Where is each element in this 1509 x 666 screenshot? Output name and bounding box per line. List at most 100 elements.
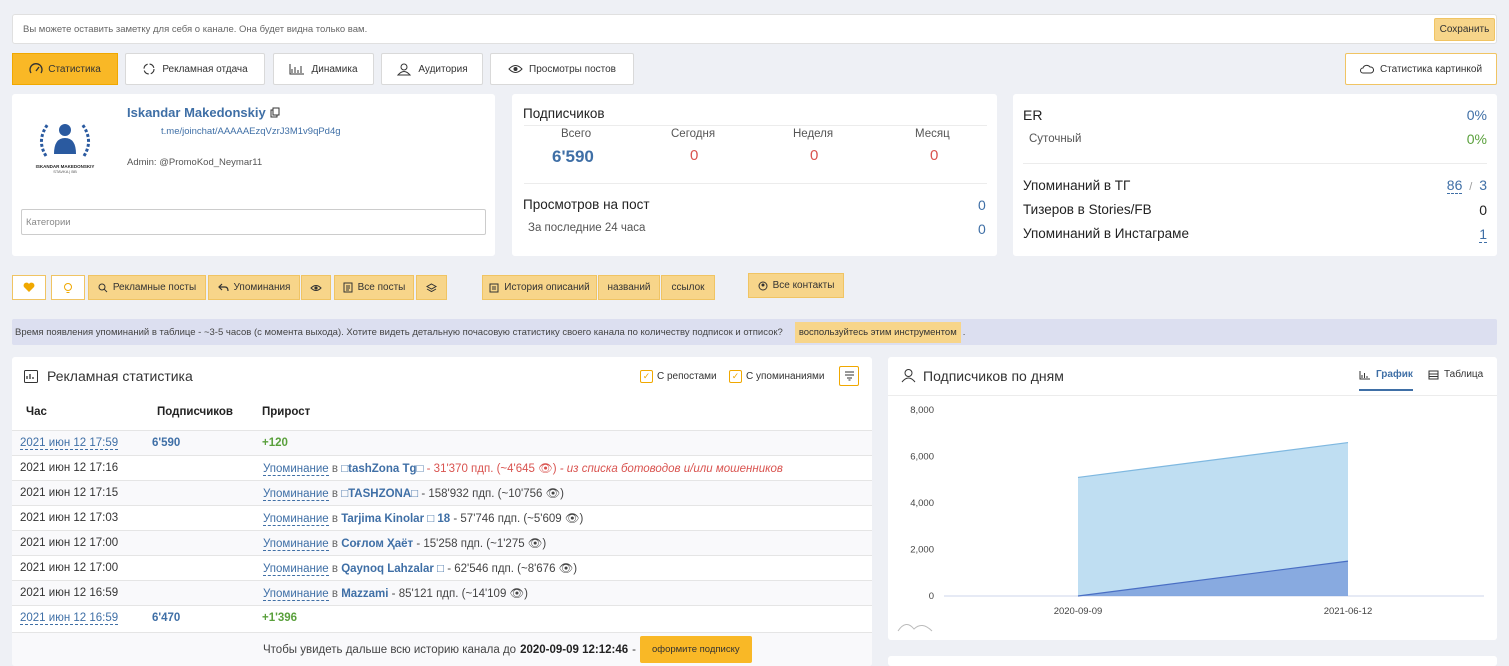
col-subscribers: Подписчиков [157, 406, 233, 418]
insta-value[interactable]: 1 [1479, 226, 1487, 243]
channel-link[interactable]: t.me/joinchat/AAAAAEzqVzrJ3M1v9qPd4g [161, 126, 341, 137]
save-note-button[interactable]: Сохранить [1434, 18, 1495, 41]
mention-link[interactable]: Упоминание [263, 513, 329, 526]
ad-stats-card: Рекламная статистика ✓ С репостами ✓ С у… [12, 357, 872, 666]
admin-link[interactable]: @PromoKod_Neymar11 [159, 157, 262, 168]
table-row: 2021 июн 12 17:15 Упоминание в □TASHZONA… [12, 480, 872, 505]
tab-dynamics[interactable]: Динамика [273, 53, 374, 85]
with-mentions-checkbox[interactable]: ✓ С упоминаниями [729, 370, 825, 383]
row-mention: Упоминание в Mazzami - 85'121 пдп. (~14'… [263, 586, 528, 601]
mention-channel[interactable]: Соғлом Ҳаёт [341, 538, 413, 550]
row-time[interactable]: 2021 июн 12 17:59 [20, 437, 119, 450]
ad-posts-button[interactable]: Рекламные посты [88, 275, 206, 300]
filter-button[interactable] [839, 366, 859, 386]
mentions-tg-value[interactable]: 86 [1446, 177, 1463, 194]
mentions-tg-second[interactable]: 3 [1479, 177, 1487, 193]
mention-channel[interactable]: Qaynoq Lahzalar □ [341, 563, 444, 575]
row-time: 2021 июн 12 17:03 [20, 512, 119, 524]
total-label: Всего [561, 128, 592, 140]
tab-statistics[interactable]: Статистика [12, 53, 118, 85]
row-subs: 6'470 [152, 612, 181, 624]
dashboard-icon [29, 63, 43, 74]
y-tick-label: 8,000 [910, 405, 934, 416]
hourly-tool-button[interactable]: воспользуйтесь этим инструментом [794, 321, 961, 343]
layers-button[interactable] [416, 275, 447, 300]
reply-icon [217, 283, 229, 292]
mention-link[interactable]: Упоминание [263, 538, 329, 551]
table-row: 2021 июн 12 16:59 Упоминание в Mazzami -… [12, 580, 872, 605]
info-bar: Время появления упоминаний в таблице - ~… [12, 319, 1497, 345]
row-growth: +1'396 [262, 612, 298, 624]
chart-icon [289, 64, 305, 75]
eye-icon [508, 65, 523, 73]
in-word: в [331, 513, 338, 525]
row-time[interactable]: 2021 июн 12 16:59 [20, 612, 119, 625]
y-tick-label: 6,000 [910, 452, 934, 463]
mention-channel[interactable]: □TASHZONA□ [341, 488, 418, 500]
x-tick-label: 2021-06-12 [1324, 606, 1373, 617]
week-value: 0 [810, 147, 819, 164]
today-value: 0 [690, 147, 699, 164]
tab-table[interactable]: Таблица [1428, 369, 1483, 380]
y-tick-label: 4,000 [910, 498, 934, 509]
mention-info: - 85'121 пдп. (~14'109 👁) [388, 588, 528, 600]
reposts-checkbox[interactable]: ✓ С репостами [640, 370, 717, 383]
note-bar: Вы можете оставить заметку для себя о ка… [12, 14, 1497, 44]
subscribe-footer: Чтобы увидеть дальше всю историю канала … [12, 632, 872, 666]
week-label: Неделя [793, 128, 834, 140]
subs-title: Подписчиков [523, 106, 605, 121]
tab-chart[interactable]: График [1359, 369, 1413, 391]
mentions-button[interactable]: Упоминания [208, 275, 300, 300]
row-mention: Упоминание в Соғлом Ҳаёт - 15'258 пдп. (… [263, 536, 546, 551]
teasers-value: 0 [1479, 202, 1487, 218]
all-contacts-button[interactable]: Все контакты [748, 273, 844, 298]
total-value: 6'590 [552, 147, 594, 166]
tab-ad-return[interactable]: Рекламная отдача [125, 53, 265, 85]
mention-link[interactable]: Упоминание [263, 588, 329, 601]
cycle-icon [143, 63, 155, 75]
subs-area-chart: 8,000 6,000 4,000 2,000 0 2020-09-09 2021-06-1… [897, 405, 1484, 632]
all-posts-button[interactable]: Все посты [334, 275, 414, 300]
footer-text: Чтобы увидеть дальше всю историю канала … [263, 643, 517, 656]
table-icon [1428, 370, 1439, 379]
search-icon [98, 283, 108, 292]
mention-channel[interactable]: □tashZona Tg□ [341, 463, 423, 475]
subscribe-button[interactable]: оформите подписку [639, 636, 752, 663]
image-stats-button[interactable]: Статистика картинкой [1345, 53, 1497, 85]
mention-link[interactable]: Упоминание [263, 563, 329, 576]
mentions-views-button[interactable] [301, 275, 331, 300]
channel-name[interactable]: Iskandar Makedonskiy [127, 105, 266, 120]
list-icon [489, 283, 499, 292]
copy-icon[interactable] [270, 107, 280, 118]
history-links-button[interactable]: ссылок [661, 275, 715, 300]
subs-chart-title: Подписчиков по дням [923, 368, 1064, 384]
y-tick-label: 0 [929, 591, 934, 602]
mention-warning: - из списка ботоводов и/или мошенников [556, 463, 783, 475]
in-word: в [331, 463, 338, 475]
row-time: 2021 июн 12 17:00 [20, 537, 119, 549]
tab-audience[interactable]: Аудитория [381, 53, 483, 85]
mentions-tg-label: Упоминаний в ТГ [1023, 178, 1131, 193]
mention-link[interactable]: Упоминание [263, 488, 329, 501]
admin-label: Admin: [127, 157, 157, 168]
favorite-button[interactable] [12, 275, 46, 300]
mention-link[interactable]: Упоминание [263, 463, 329, 476]
mention-channel[interactable]: Tarjima Kinolar □ 18 [341, 513, 450, 525]
tab-post-views[interactable]: Просмотры постов [490, 53, 634, 85]
mention-info: - 62'546 пдп. (~8'676 👁) [444, 563, 578, 575]
history-descriptions-button[interactable]: История описаний [482, 275, 597, 300]
categories-input[interactable]: Категории [21, 209, 486, 235]
note-input[interactable]: Вы можете оставить заметку для себя о ка… [23, 24, 367, 35]
mentions-separator: / [1469, 181, 1473, 193]
mention-channel[interactable]: Mazzami [341, 588, 388, 600]
posts-icon [343, 282, 353, 293]
info-text: Время появления упоминаний в таблице - ~… [15, 326, 783, 338]
idea-button[interactable] [51, 275, 85, 300]
history-names-button[interactable]: названий [598, 275, 660, 300]
categories-placeholder: Категории [26, 217, 71, 228]
row-mention: Упоминание в Qaynoq Lahzalar □ - 62'546 … [263, 561, 578, 576]
y-tick-label: 2,000 [910, 545, 934, 556]
row-growth: +120 [262, 437, 288, 449]
users-icon [901, 369, 916, 383]
row-time: 2021 июн 12 17:16 [20, 462, 119, 474]
